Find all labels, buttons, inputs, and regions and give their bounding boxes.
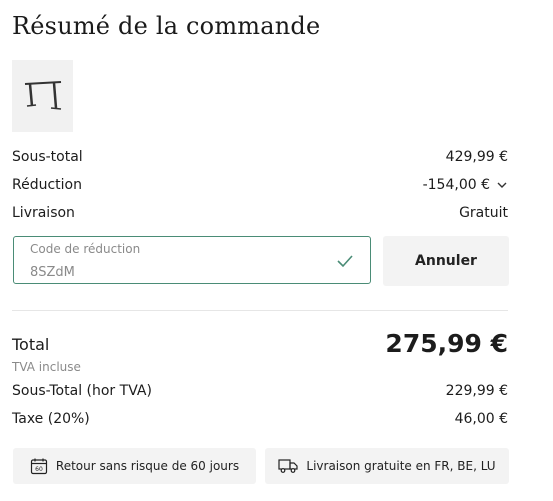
pre-tax-label: Sous-Total (hor TVA) — [12, 383, 152, 399]
shipping-row: Livraison Gratuit — [12, 205, 508, 221]
subtotal-row: Sous-total 429,99 € — [12, 149, 508, 165]
returns-perk: 60 Retour sans risque de 60 jours — [13, 448, 256, 484]
divider — [12, 310, 508, 311]
shipping-label: Livraison — [12, 205, 75, 221]
total-value: 275,99 € — [385, 329, 508, 358]
free-shipping-perk: Livraison gratuite en FR, BE, LU — [265, 448, 509, 484]
returns-perk-label: Retour sans risque de 60 jours — [55, 459, 240, 473]
discount-row: Réduction -154,00 € — [12, 177, 508, 193]
subtotal-label: Sous-total — [12, 149, 83, 165]
tax-label: Taxe (20%) — [12, 411, 90, 427]
tax-value: 46,00 € — [454, 411, 508, 427]
delivery-truck-icon — [278, 459, 298, 473]
discount-value: -154,00 € — [422, 177, 490, 193]
product-thumbnail[interactable] — [12, 60, 73, 132]
order-summary-title: Résumé de la commande — [12, 12, 321, 40]
desk-frame-icon — [24, 81, 61, 110]
discount-toggle[interactable]: -154,00 € — [423, 177, 508, 193]
pre-tax-value: 229,99 € — [445, 383, 508, 399]
subtotal-value: 429,99 € — [445, 149, 508, 165]
discount-code-field[interactable]: Code de réduction — [13, 236, 371, 284]
discount-code-input[interactable] — [30, 263, 330, 281]
discount-code-label: Code de réduction — [30, 242, 141, 256]
pre-tax-row: Sous-Total (hor TVA) 229,99 € — [12, 383, 508, 399]
tax-row: Taxe (20%) 46,00 € — [12, 411, 508, 427]
total-label: Total — [12, 335, 50, 354]
vat-included-note: TVA incluse — [12, 360, 81, 374]
check-icon — [337, 255, 353, 268]
cancel-discount-button[interactable]: Annuler — [383, 236, 509, 286]
discount-label: Réduction — [12, 177, 82, 193]
svg-text:60: 60 — [35, 466, 43, 473]
calendar-60-icon: 60 — [30, 458, 48, 475]
shipping-value: Gratuit — [459, 205, 508, 221]
chevron-down-icon — [496, 179, 508, 191]
free-shipping-perk-label: Livraison gratuite en FR, BE, LU — [306, 459, 496, 473]
